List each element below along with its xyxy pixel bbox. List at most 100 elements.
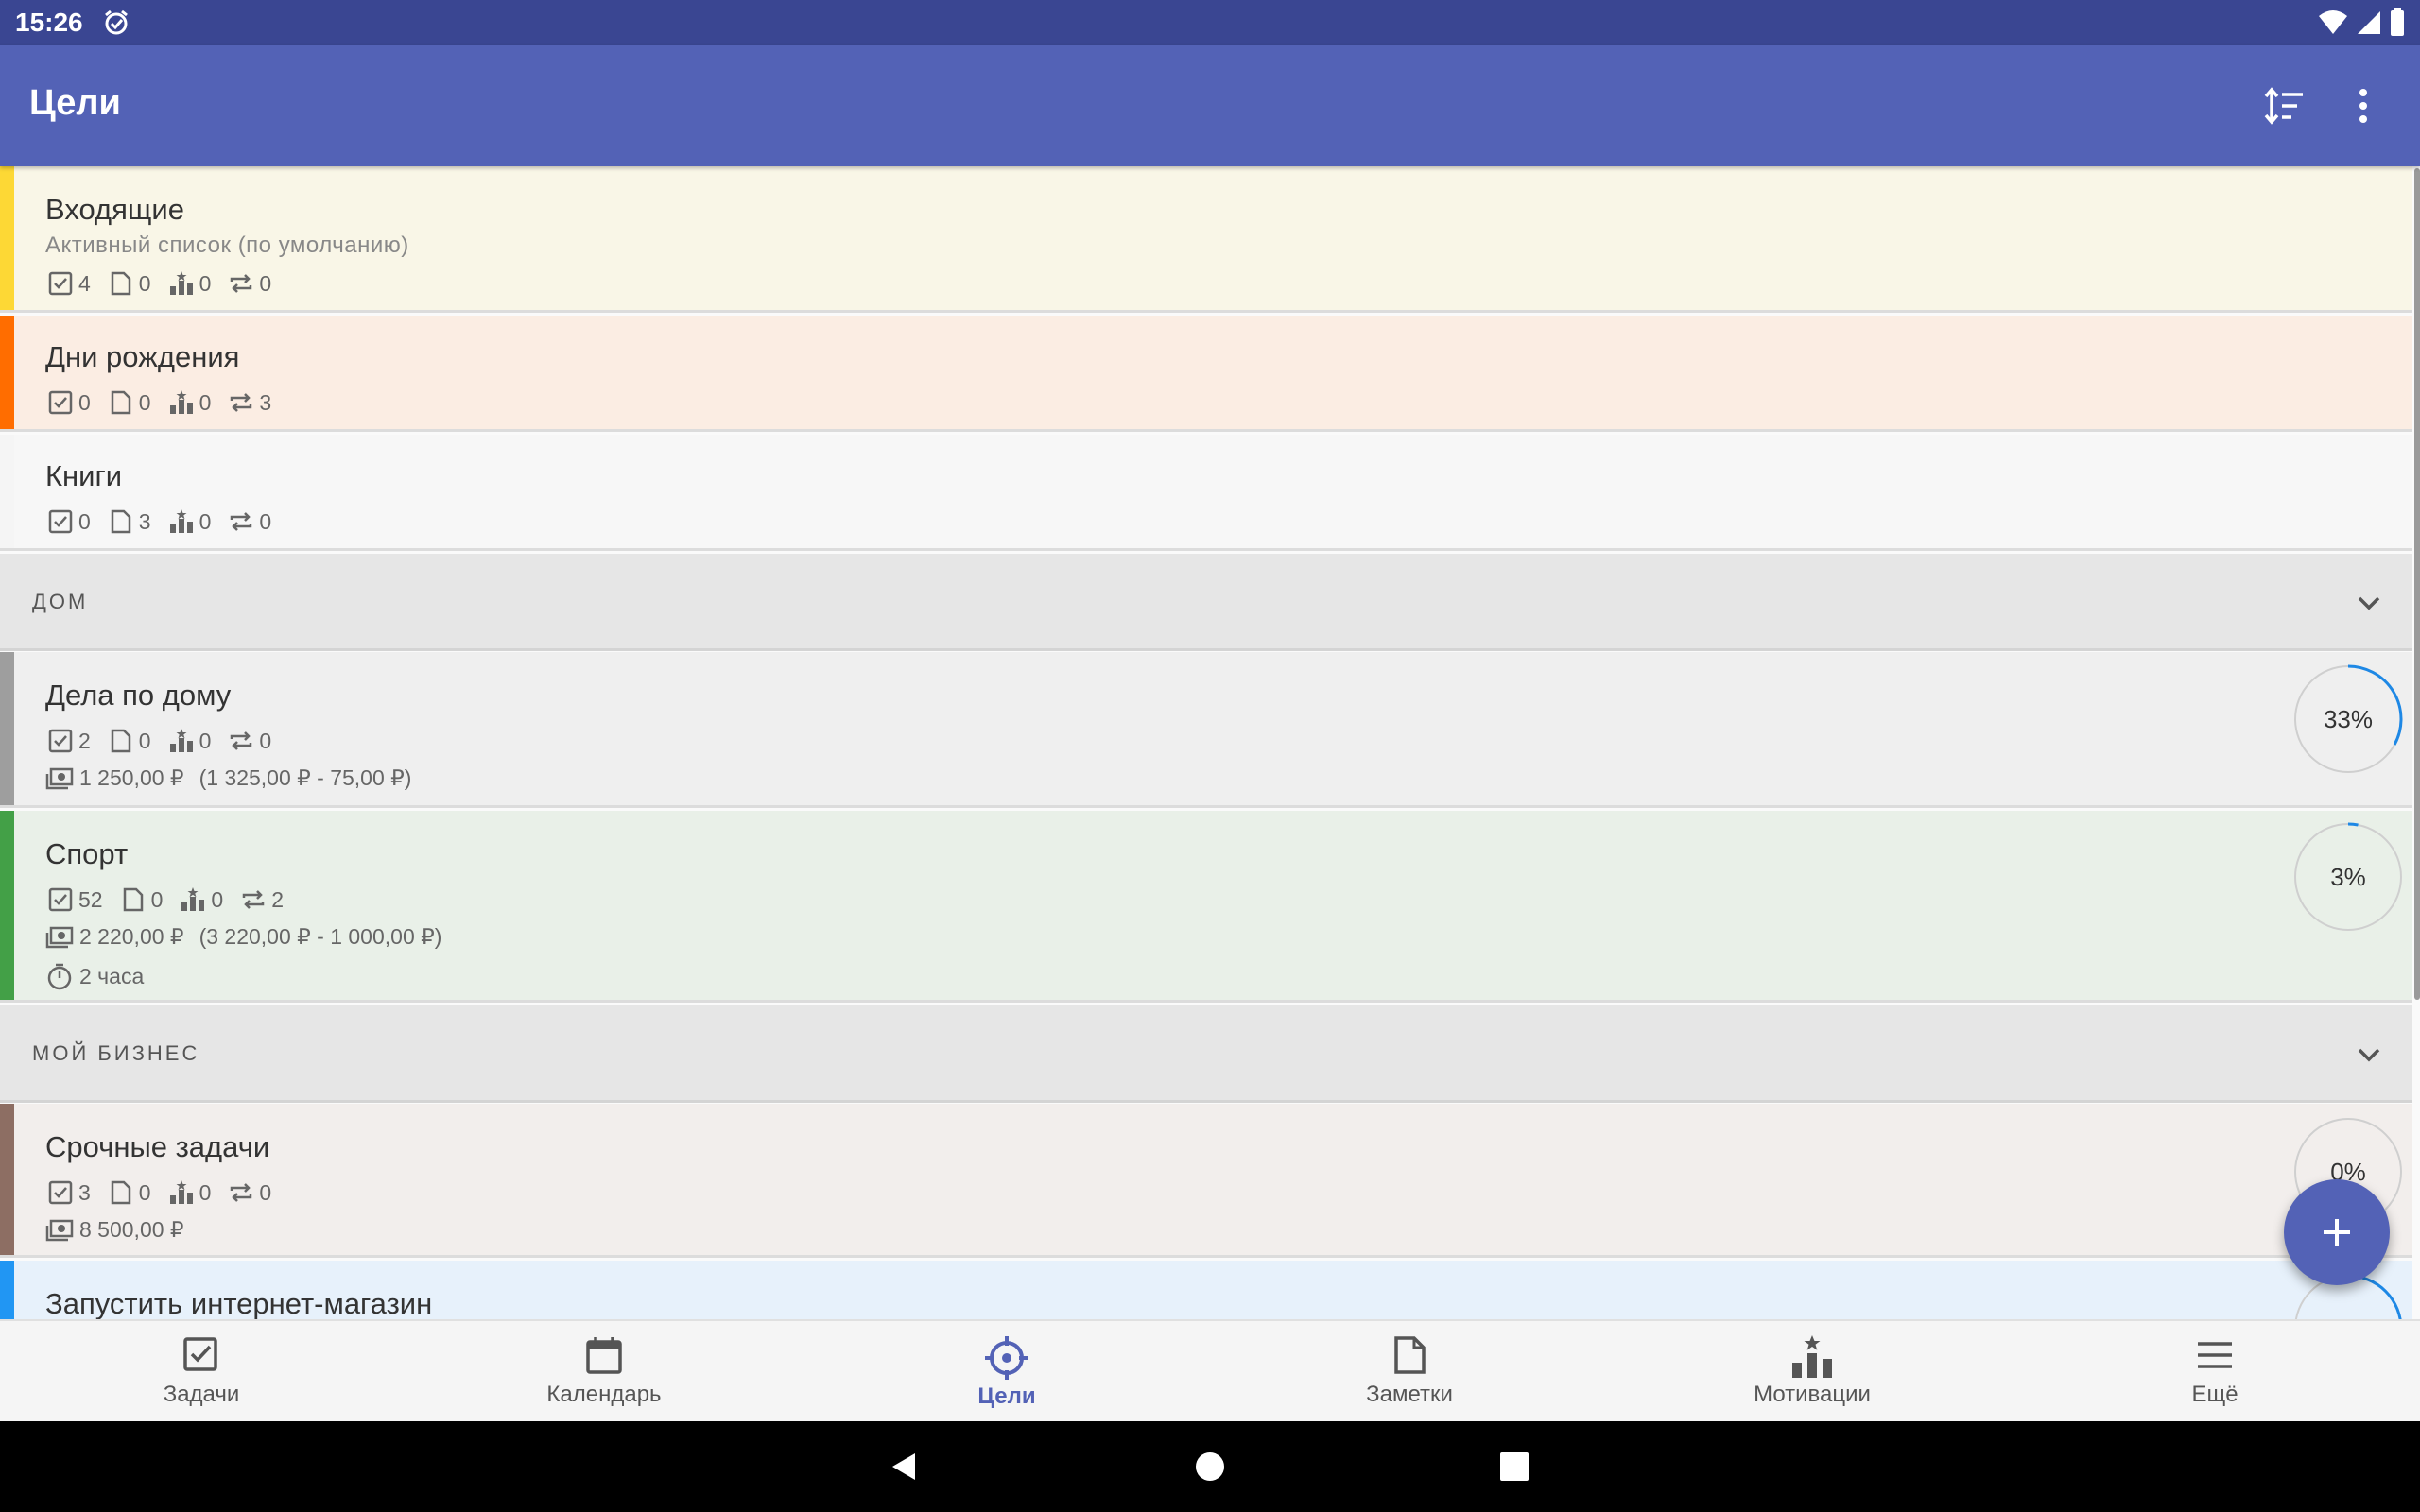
goal-name: Дела по дому	[45, 679, 232, 712]
goal-color-stripe	[0, 1104, 14, 1255]
section-header-my-business[interactable]: МОЙ БИЗНЕС	[0, 1005, 2412, 1103]
goal-color-stripe	[0, 1261, 14, 1319]
note-icon	[111, 509, 131, 534]
repeat-icon	[242, 890, 265, 909]
recurring-count: 3	[228, 389, 271, 416]
money-icon	[45, 926, 74, 948]
tasks-count: 52	[47, 886, 103, 913]
target-icon	[985, 1336, 1028, 1380]
back-triangle-icon	[892, 1453, 915, 1480]
progress-gauge: 3%	[2291, 820, 2405, 934]
note-icon	[123, 887, 143, 912]
goal-stats: 3 0 0 0	[47, 1179, 288, 1206]
goal-card-inbox[interactable]: Входящие Активный список (по умолчанию) …	[0, 166, 2412, 313]
nav-label: Задачи	[163, 1382, 240, 1407]
recurring-count: 0	[228, 1179, 271, 1206]
goal-name: Спорт	[45, 837, 129, 870]
nav-label: Мотивации	[1754, 1382, 1871, 1407]
recurring-count: 0	[228, 728, 271, 754]
recurring-count: 2	[240, 886, 284, 913]
more-options-button[interactable]	[2337, 79, 2390, 132]
goal-stats: 52 0 0 2	[47, 886, 301, 913]
goal-name: Дни рождения	[45, 340, 240, 373]
money-icon	[45, 1219, 74, 1241]
repeat-icon	[231, 274, 252, 293]
nav-motivations[interactable]: Мотивации	[1611, 1321, 2014, 1423]
timer-icon	[47, 963, 72, 990]
money-detail: (3 220,00 ₽ - 1 000,00 ₽)	[199, 924, 442, 949]
notes-count: 0	[108, 389, 151, 416]
podium-icon	[182, 887, 205, 911]
notes-count: 0	[108, 270, 151, 297]
sort-button[interactable]	[2257, 79, 2310, 132]
home-button[interactable]	[1184, 1440, 1236, 1493]
section-header-home[interactable]: ДОМ	[0, 554, 2412, 651]
progress-percent: 33%	[2323, 704, 2374, 733]
status-time: 15:26	[15, 8, 83, 37]
tasks-count: 3	[47, 1179, 91, 1206]
app-bar: Цели	[0, 45, 2420, 166]
goal-card-urgent-tasks[interactable]: Срочные задачи 3 0 0 0 8 500,00 ₽ 0%	[0, 1104, 2412, 1258]
nav-more[interactable]: Ещё	[2014, 1321, 2416, 1423]
checkbox-icon	[183, 1337, 217, 1371]
nav-label: Цели	[977, 1383, 1036, 1409]
motivations-count: 0	[168, 1179, 211, 1206]
progress-gauge: 33%	[2291, 662, 2405, 776]
battery-icon	[2390, 8, 2405, 41]
recents-button[interactable]	[1488, 1440, 1541, 1493]
notes-count: 0	[108, 728, 151, 754]
nav-notes[interactable]: Заметки	[1208, 1321, 1611, 1423]
money-icon	[45, 767, 74, 789]
nav-goals[interactable]: Цели	[805, 1321, 1208, 1423]
scrollbar[interactable]	[2414, 168, 2420, 1000]
bottom-navigation: Задачи Календарь Цели Заметки Мотивации …	[0, 1319, 2420, 1423]
tasks-count: 2	[47, 728, 91, 754]
money-detail: (1 325,00 ₽ - 75,00 ₽)	[199, 765, 412, 790]
repeat-icon	[231, 731, 252, 750]
notes-count: 0	[120, 886, 163, 913]
goal-card-sport[interactable]: Спорт 52 0 0 2 2 220,00 ₽ (3 220,00 ₽ - …	[0, 811, 2412, 1003]
goal-name: Срочные задачи	[45, 1130, 270, 1163]
goal-card-birthdays[interactable]: Дни рождения 0 0 0 3	[0, 316, 2412, 432]
goal-stats: 2 0 0 0	[47, 728, 288, 754]
goal-name: Книги	[45, 459, 123, 492]
goal-card-housework[interactable]: Дела по дому 2 0 0 0 1 250,00 ₽ (1 325,0…	[0, 652, 2412, 808]
goal-color-stripe	[0, 652, 14, 805]
recurring-count: 0	[228, 270, 271, 297]
goal-card-online-store[interactable]: Запустить интернет-магазин	[0, 1261, 2412, 1319]
goal-card-books[interactable]: Книги 0 3 0 0	[0, 435, 2412, 551]
goal-color-stripe	[0, 166, 14, 310]
nav-label: Календарь	[546, 1382, 662, 1407]
time-spent: 2 часа	[79, 963, 145, 988]
money-amount: 2 220,00 ₽	[79, 924, 184, 949]
more-vert-icon	[2360, 89, 2367, 123]
notes-count: 0	[108, 1179, 151, 1206]
podium-icon	[1792, 1335, 1832, 1378]
section-label: ДОМ	[32, 590, 89, 613]
status-bar: 15:26	[0, 0, 2420, 45]
podium-icon	[169, 729, 193, 752]
page-title: Цели	[29, 83, 121, 123]
checkbox-icon	[48, 390, 73, 415]
podium-icon	[169, 509, 193, 533]
repeat-icon	[231, 1183, 252, 1202]
podium-icon	[169, 390, 193, 414]
progress-arc	[2347, 1274, 2402, 1319]
goal-color-stripe	[0, 811, 14, 1000]
back-button[interactable]	[877, 1440, 930, 1493]
nav-tasks[interactable]: Задачи	[0, 1321, 403, 1423]
goal-money: 8 500,00 ₽	[45, 1217, 184, 1243]
checkbox-icon	[48, 1180, 73, 1205]
progress-percent: 3%	[2330, 862, 2366, 891]
chevron-down-icon[interactable]	[2350, 584, 2388, 622]
chevron-down-icon[interactable]	[2350, 1036, 2388, 1074]
goal-money: 2 220,00 ₽ (3 220,00 ₽ - 1 000,00 ₽)	[45, 924, 441, 950]
podium-icon	[169, 271, 193, 295]
nav-calendar[interactable]: Календарь	[403, 1321, 805, 1423]
calendar-icon	[586, 1337, 622, 1374]
add-goal-button[interactable]	[2284, 1179, 2390, 1285]
home-circle-icon	[1196, 1452, 1224, 1481]
section-label: МОЙ БИЗНЕС	[32, 1041, 200, 1065]
goal-color-stripe	[0, 316, 14, 429]
checkbox-icon	[48, 887, 73, 912]
